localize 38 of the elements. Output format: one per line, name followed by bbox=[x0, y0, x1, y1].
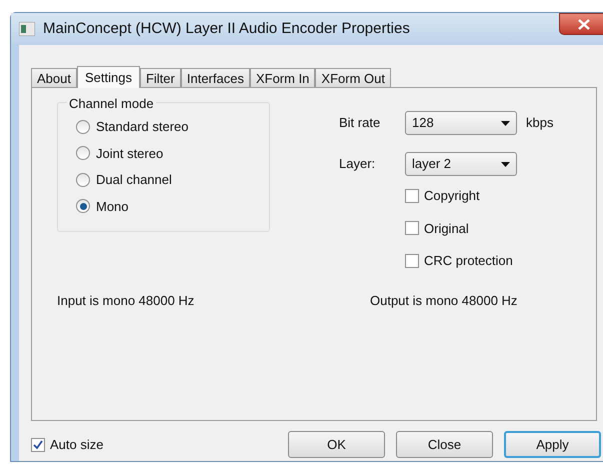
dropdown-arrow-icon bbox=[501, 120, 510, 126]
unit-label: kbps bbox=[526, 114, 554, 132]
close-icon bbox=[578, 18, 590, 30]
checkbox[interactable] bbox=[405, 254, 419, 268]
dialog-button[interactable]: Close bbox=[396, 431, 493, 458]
radio-label: Dual channel bbox=[96, 171, 172, 189]
checkbox[interactable] bbox=[31, 438, 45, 452]
checkbox-label: Original bbox=[424, 220, 469, 238]
app-icon bbox=[19, 22, 35, 36]
radio-button[interactable] bbox=[76, 146, 90, 160]
window-title: MainConcept (HCW) Layer II Audio Encoder Properties bbox=[43, 18, 410, 39]
checkbox-label: Copyright bbox=[424, 187, 480, 205]
radio-label: Mono bbox=[96, 198, 129, 216]
checkbox-label: CRC protection bbox=[424, 252, 513, 270]
auto-size-label: Auto size bbox=[50, 436, 104, 454]
radio-label: Standard stereo bbox=[96, 118, 189, 136]
output-info: Output is mono 48000 Hz bbox=[370, 292, 518, 310]
tab[interactable]: XForm In bbox=[250, 68, 316, 87]
input-info: Input is mono 48000 Hz bbox=[57, 292, 196, 310]
close-button[interactable] bbox=[559, 13, 603, 35]
checkbox[interactable] bbox=[405, 221, 419, 236]
bit-rate-dropdown[interactable]: 128 bbox=[405, 111, 517, 135]
dropdown-arrow-icon bbox=[501, 162, 510, 166]
layer-label: Layer: bbox=[339, 155, 376, 174]
radio-label: Joint stereo bbox=[96, 144, 164, 162]
dialog-button[interactable]: OK bbox=[288, 431, 385, 458]
tab[interactable]: XForm Out bbox=[315, 68, 391, 87]
radio-button[interactable] bbox=[76, 120, 90, 134]
tab[interactable]: About bbox=[31, 68, 77, 87]
tab[interactable]: Filter bbox=[140, 68, 181, 87]
bit-rate-label: Bit rate bbox=[339, 114, 382, 132]
radio-button[interactable] bbox=[76, 172, 90, 187]
tab[interactable]: Settings bbox=[76, 66, 140, 88]
tab[interactable]: Interfaces bbox=[180, 68, 250, 87]
radio-button[interactable] bbox=[76, 199, 90, 214]
layer-dropdown[interactable]: layer 2 bbox=[405, 152, 517, 176]
dialog-button[interactable]: Apply bbox=[504, 431, 601, 458]
checkbox[interactable] bbox=[405, 188, 419, 203]
